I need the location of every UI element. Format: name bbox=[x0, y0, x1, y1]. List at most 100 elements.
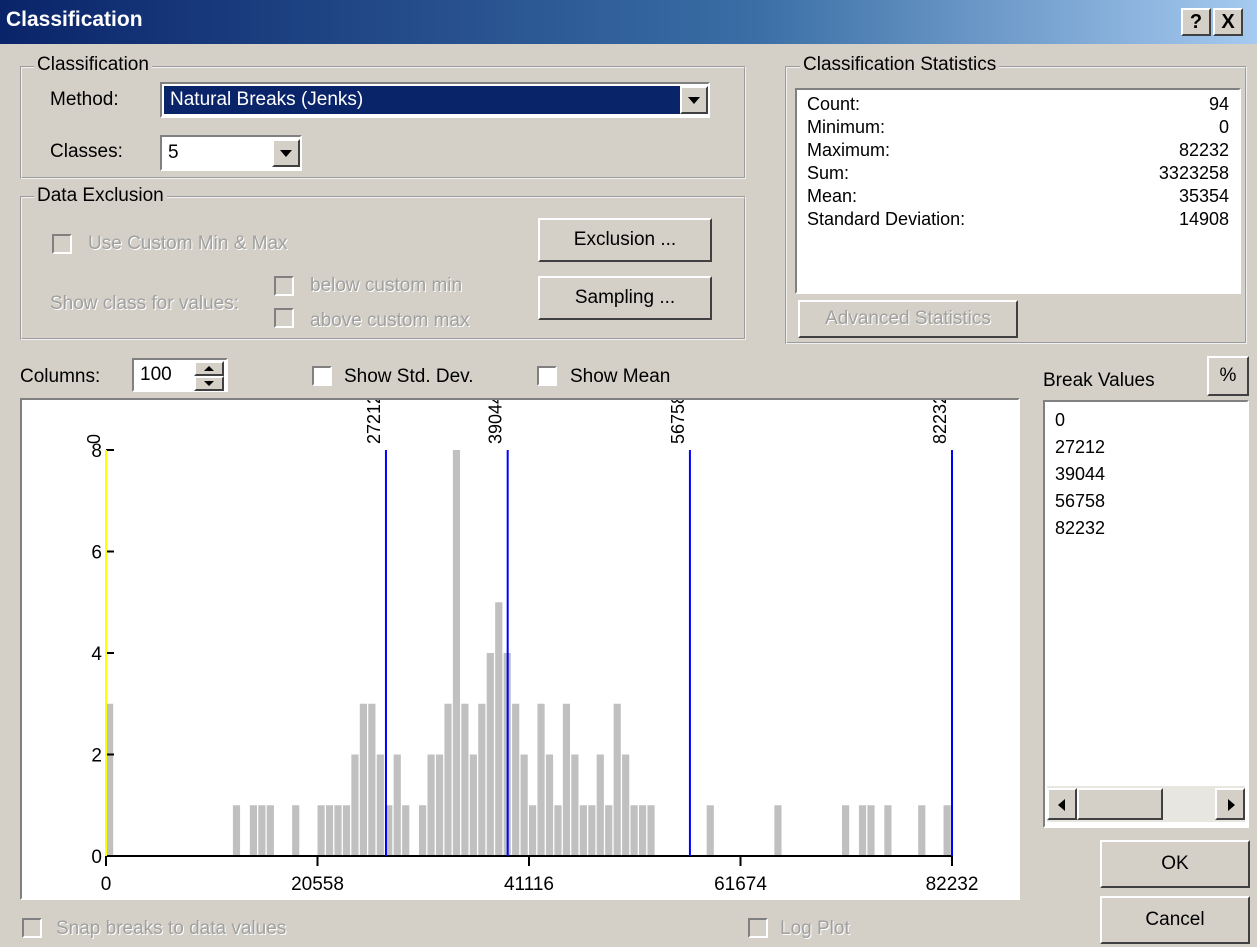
ok-button[interactable]: OK bbox=[1100, 840, 1250, 888]
histogram-bar bbox=[512, 703, 520, 856]
histogram-bar bbox=[292, 805, 300, 856]
scroll-right-button[interactable] bbox=[1215, 788, 1245, 820]
advanced-statistics-button[interactable]: Advanced Statistics bbox=[798, 300, 1018, 338]
histogram-bar bbox=[106, 703, 114, 856]
histogram-bar bbox=[867, 805, 875, 856]
stat-label: Sum: bbox=[807, 163, 850, 183]
stat-label: Count: bbox=[807, 94, 861, 114]
stat-value: 94 bbox=[1208, 94, 1229, 114]
histogram-bar bbox=[469, 754, 477, 856]
arrow-left-icon bbox=[1058, 799, 1065, 811]
histogram-bar bbox=[452, 450, 461, 856]
stat-row-mean: Mean: 35354 bbox=[807, 186, 1229, 208]
histogram-bar bbox=[393, 754, 401, 856]
histogram-bar bbox=[486, 653, 494, 856]
histogram-bar bbox=[605, 805, 613, 856]
stat-label: Minimum: bbox=[807, 117, 886, 137]
spin-down-icon bbox=[204, 381, 214, 386]
use-custom-checkbox[interactable] bbox=[52, 234, 72, 254]
break-values-label: Break Values bbox=[1043, 370, 1155, 391]
above-max-label: above custom max bbox=[310, 310, 470, 331]
break-value-item[interactable]: 39044 bbox=[1055, 464, 1105, 485]
histogram-bar bbox=[774, 805, 782, 856]
snap-breaks-checkbox[interactable] bbox=[22, 918, 42, 938]
method-select[interactable]: Natural Breaks (Jenks) bbox=[160, 82, 710, 118]
histogram-bar bbox=[706, 805, 714, 856]
histogram-panel[interactable]: 0 2 4 6 8 0 20558 41116 61674 82232 0 27212 39044 567… bbox=[20, 398, 1020, 900]
stat-value: 3323258 bbox=[1158, 163, 1229, 183]
below-min-checkbox[interactable] bbox=[274, 276, 294, 296]
help-button[interactable]: ? bbox=[1181, 8, 1211, 36]
data-exclusion-label: Data Exclusion bbox=[34, 185, 167, 207]
histogram-bar bbox=[402, 805, 410, 856]
histogram-bar bbox=[435, 754, 444, 856]
use-custom-label: Use Custom Min & Max bbox=[88, 233, 288, 254]
show-std-dev-label: Show Std. Dev. bbox=[344, 366, 474, 387]
histogram-bar bbox=[325, 805, 334, 856]
arrow-right-icon bbox=[1228, 799, 1235, 811]
spin-down-button[interactable] bbox=[194, 376, 224, 391]
below-min-label: below custom min bbox=[310, 275, 463, 296]
histogram-bar bbox=[842, 805, 850, 856]
window-title: Classification bbox=[6, 8, 143, 31]
classes-dropdown-button[interactable] bbox=[272, 139, 300, 167]
spin-up-button[interactable] bbox=[194, 361, 224, 376]
columns-spinner[interactable]: 100 bbox=[132, 358, 228, 392]
close-button[interactable]: X bbox=[1213, 8, 1243, 36]
histogram-bar bbox=[554, 805, 562, 856]
percent-button[interactable]: % bbox=[1207, 356, 1249, 396]
histogram-bar bbox=[461, 703, 469, 856]
method-value: Natural Breaks (Jenks) bbox=[170, 89, 364, 110]
classes-select[interactable]: 5 bbox=[160, 135, 302, 171]
break-values-list[interactable]: 0 27212 39044 56758 82232 bbox=[1043, 400, 1249, 828]
classes-label: Classes: bbox=[50, 141, 123, 162]
histogram-bar bbox=[232, 805, 241, 856]
spin-up-icon bbox=[204, 366, 214, 371]
break-value-item[interactable]: 0 bbox=[1055, 410, 1065, 431]
show-mean-checkbox[interactable] bbox=[537, 366, 557, 386]
cancel-button[interactable]: Cancel bbox=[1100, 896, 1250, 944]
break-label: 27212 bbox=[364, 400, 384, 444]
histogram-bar bbox=[588, 805, 596, 856]
histogram-bar bbox=[647, 805, 655, 856]
histogram-bar bbox=[334, 805, 342, 856]
histogram-bar bbox=[884, 805, 892, 856]
show-mean-label: Show Mean bbox=[570, 366, 671, 387]
x-tick-label: 61674 bbox=[714, 874, 767, 895]
x-tick-label: 82232 bbox=[926, 874, 979, 895]
exclusion-button[interactable]: Exclusion ... bbox=[538, 218, 712, 262]
columns-label: Columns: bbox=[20, 366, 101, 387]
columns-value: 100 bbox=[140, 364, 172, 385]
method-label: Method: bbox=[50, 89, 119, 110]
scroll-thumb[interactable] bbox=[1077, 788, 1163, 820]
stat-label: Maximum: bbox=[807, 140, 891, 160]
y-tick-label: 0 bbox=[91, 847, 102, 868]
break-label: 39044 bbox=[486, 400, 506, 444]
break-value-item[interactable]: 82232 bbox=[1055, 518, 1105, 539]
sampling-button[interactable]: Sampling ... bbox=[538, 276, 712, 320]
stat-row-stddev: Standard Deviation: 14908 bbox=[807, 209, 1229, 231]
histogram-bar bbox=[571, 754, 579, 856]
scroll-left-button[interactable] bbox=[1047, 788, 1077, 820]
stat-value: 0 bbox=[1218, 117, 1229, 137]
histogram-bar bbox=[342, 805, 351, 856]
break-value-item[interactable]: 27212 bbox=[1055, 437, 1105, 458]
method-dropdown-button[interactable] bbox=[680, 86, 708, 114]
histogram-bar bbox=[249, 805, 258, 856]
histogram-bar bbox=[545, 754, 554, 856]
break-label: 0 bbox=[84, 434, 104, 444]
histogram-bar bbox=[419, 805, 427, 856]
horizontal-scrollbar[interactable] bbox=[1047, 786, 1245, 822]
histogram-bar bbox=[359, 703, 367, 856]
show-std-dev-checkbox[interactable] bbox=[312, 366, 332, 386]
histogram-bar bbox=[427, 754, 435, 856]
histogram-bar bbox=[858, 805, 867, 856]
log-plot-checkbox[interactable] bbox=[748, 918, 768, 938]
histogram-bar bbox=[613, 703, 621, 856]
above-max-checkbox[interactable] bbox=[274, 308, 294, 328]
log-plot-label: Log Plot bbox=[780, 918, 850, 939]
break-value-item[interactable]: 56758 bbox=[1055, 491, 1105, 512]
chevron-down-icon bbox=[688, 97, 700, 104]
snap-breaks-label: Snap breaks to data values bbox=[56, 918, 287, 939]
y-tick-label: 4 bbox=[91, 644, 102, 665]
